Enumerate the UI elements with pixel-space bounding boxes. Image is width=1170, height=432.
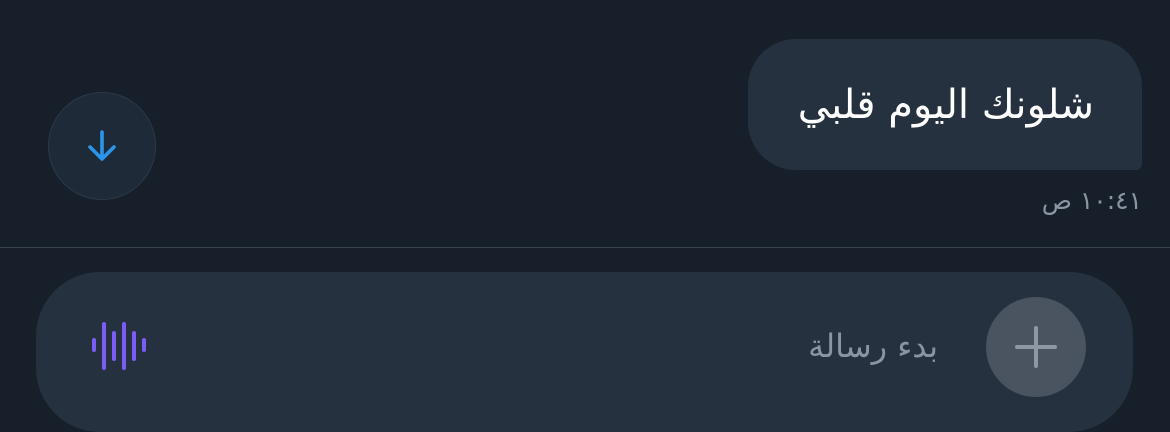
message-composer [36,272,1133,432]
plus-icon [1015,326,1057,368]
message-input[interactable] [186,316,938,376]
voice-message-button[interactable] [90,316,150,376]
arrow-down-icon [88,130,116,161]
scroll-to-bottom-button[interactable] [48,92,156,200]
message-text: شلونك اليوم قلبي [797,81,1094,128]
message-timestamp: ١٠:٤١ ص [1041,186,1142,215]
outgoing-message-bubble[interactable]: شلونك اليوم قلبي [747,39,1142,170]
voice-waveform-icon [92,322,146,370]
conversation-area: شلونك اليوم قلبي ١٠:٤١ ص [0,0,1170,248]
composer-divider [0,247,1170,248]
attach-button[interactable] [986,297,1086,397]
